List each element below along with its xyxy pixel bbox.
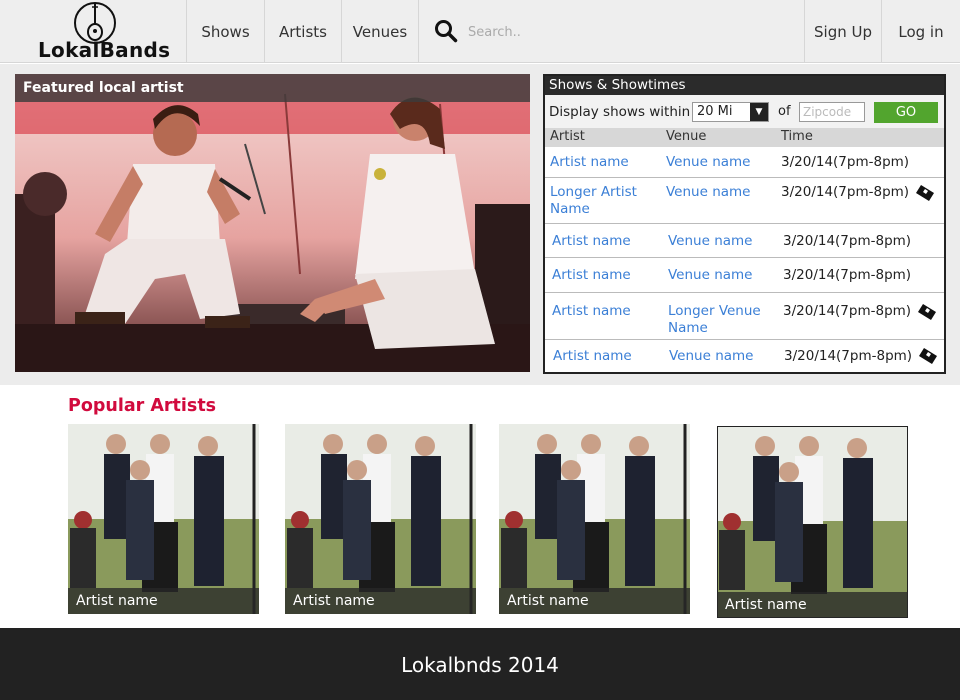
signup-button[interactable]: Sign Up: [804, 0, 882, 63]
show-artist-link[interactable]: Artist name: [553, 348, 663, 365]
ticket-icon[interactable]: [918, 347, 938, 365]
show-venue-link[interactable]: Venue name: [668, 233, 768, 250]
artist-card[interactable]: Artist name: [68, 424, 259, 614]
chevron-down-icon[interactable]: ▼: [750, 103, 768, 121]
shows-panel-title: Shows & Showtimes: [545, 76, 944, 95]
ticket-icon[interactable]: [915, 184, 935, 202]
login-button[interactable]: Log in: [882, 0, 960, 63]
search-input[interactable]: [468, 20, 788, 44]
artist-card[interactable]: Artist name: [499, 424, 690, 614]
show-time: 3/20/14(7pm-8pm): [783, 267, 912, 283]
show-venue-link[interactable]: Venue name: [669, 348, 769, 365]
show-venue-link[interactable]: Venue name: [668, 267, 768, 284]
nav-artists[interactable]: Artists: [265, 0, 342, 63]
show-time: 3/20/14(7pm-8pm): [781, 184, 910, 200]
artist-card-label: Artist name: [499, 588, 690, 614]
top-navigation-bar: LokalBands Shows Artists Venues Sign Up …: [0, 0, 960, 63]
ticket-icon[interactable]: [917, 303, 937, 321]
featured-artist-label: Featured local artist: [15, 74, 530, 102]
logo-text: LokalBands: [38, 38, 171, 62]
artist-card[interactable]: Artist name: [285, 424, 476, 614]
distance-select[interactable]: 20 Mi ▼: [692, 102, 769, 122]
show-time: 3/20/14(7pm-8pm): [783, 233, 912, 249]
popular-artists-heading: Popular Artists: [68, 396, 217, 416]
show-row: Artist name Venue name 3/20/14(7pm-8pm): [545, 147, 944, 178]
artist-card-photo: [68, 424, 259, 614]
show-venue-link[interactable]: Longer Venue Name: [668, 303, 768, 337]
featured-artist-photo: [15, 74, 530, 372]
show-venue-link[interactable]: Venue name: [666, 184, 766, 201]
artist-card-label: Artist name: [285, 588, 476, 614]
show-row: Artist name Venue name 3/20/14(7pm-8pm): [545, 340, 944, 372]
show-time: 3/20/14(7pm-8pm): [783, 303, 912, 319]
artist-card-label: Artist name: [68, 588, 259, 614]
of-label: of: [778, 104, 791, 119]
logo[interactable]: LokalBands: [0, 0, 187, 63]
show-row: Longer Artist Name Venue name 3/20/14(7p…: [545, 178, 944, 224]
show-row: Artist name Venue name 3/20/14(7pm-8pm): [545, 258, 944, 293]
header-time: Time: [781, 129, 813, 144]
show-artist-link[interactable]: Longer Artist Name: [550, 184, 660, 218]
show-artist-link[interactable]: Artist name: [552, 303, 662, 320]
search-icon[interactable]: [434, 19, 458, 43]
show-row: Artist name Venue name 3/20/14(7pm-8pm): [545, 224, 944, 258]
header-artist: Artist: [550, 129, 585, 144]
shows-panel: Shows & Showtimes Display shows within 2…: [543, 74, 946, 374]
footer-text: Lokalbnds 2014: [401, 653, 559, 677]
hero-section: Featured local artist Shows & Showtimes …: [0, 64, 960, 385]
artist-card-photo: [285, 424, 476, 614]
filter-label: Display shows within: [549, 104, 691, 120]
artist-card[interactable]: Artist name: [717, 426, 908, 618]
shows-table-header: Artist Venue Time: [545, 128, 944, 147]
artist-card-label: Artist name: [717, 592, 908, 618]
show-artist-link[interactable]: Artist name: [550, 154, 660, 171]
artist-card-photo: [717, 426, 908, 618]
nav-venues[interactable]: Venues: [342, 0, 419, 63]
go-button[interactable]: GO: [874, 102, 938, 123]
show-row: Artist name Longer Venue Name 3/20/14(7p…: [545, 293, 944, 340]
zipcode-input[interactable]: [799, 102, 865, 122]
show-time: 3/20/14(7pm-8pm): [781, 154, 910, 170]
shows-filter: Display shows within 20 Mi ▼ of GO: [545, 95, 944, 128]
distance-value: 20 Mi: [697, 104, 733, 119]
show-artist-link[interactable]: Artist name: [552, 233, 662, 250]
artist-card-photo: [499, 424, 690, 614]
featured-artist[interactable]: Featured local artist: [15, 74, 530, 372]
show-artist-link[interactable]: Artist name: [552, 267, 662, 284]
nav-shows[interactable]: Shows: [187, 0, 265, 63]
header-venue: Venue: [666, 129, 707, 144]
show-venue-link[interactable]: Venue name: [666, 154, 766, 171]
footer: Lokalbnds 2014: [0, 628, 960, 700]
show-time: 3/20/14(7pm-8pm): [784, 348, 913, 364]
